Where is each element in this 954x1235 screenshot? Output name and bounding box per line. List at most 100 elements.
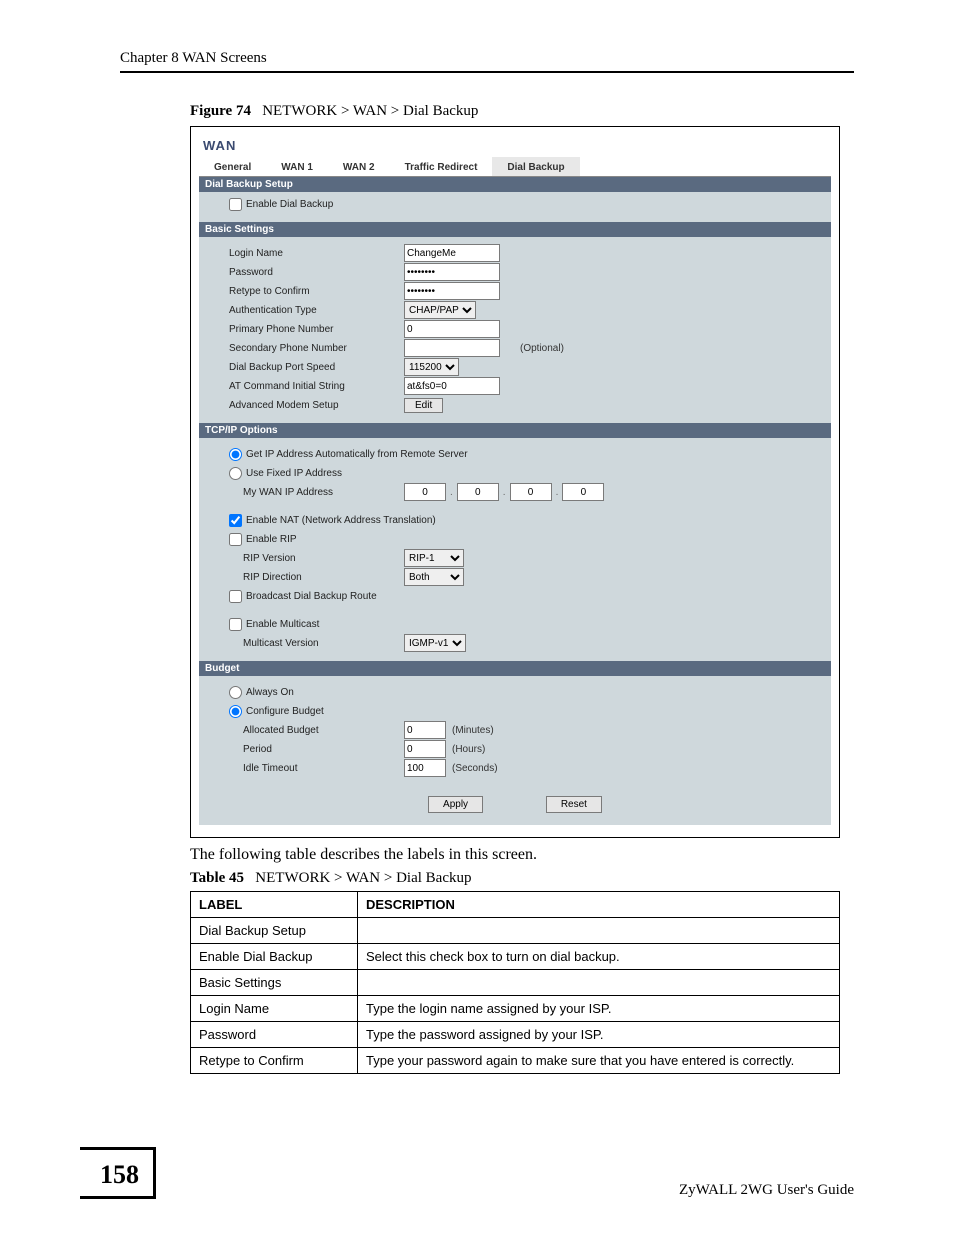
- configure-budget-label: Configure Budget: [246, 706, 324, 717]
- th-label: LABEL: [191, 892, 358, 918]
- apply-button[interactable]: Apply: [428, 796, 483, 813]
- guide-name: ZyWALL 2WG User's Guide: [679, 1182, 854, 1199]
- login-name-input[interactable]: [404, 244, 500, 262]
- table-row: Dial Backup Setup: [191, 918, 840, 944]
- configure-budget-option[interactable]: Configure Budget: [229, 705, 324, 718]
- ip-auto-option[interactable]: Get IP Address Automatically from Remote…: [229, 448, 468, 461]
- rip-direction-label: RIP Direction: [229, 572, 404, 583]
- description-table: LABEL DESCRIPTION Dial Backup Setup Enab…: [190, 891, 840, 1074]
- table-caption: Table 45 NETWORK > WAN > Dial Backup: [190, 870, 854, 887]
- secondary-phone-input[interactable]: [404, 339, 500, 357]
- table-row: Retype to ConfirmType your password agai…: [191, 1048, 840, 1074]
- page-number: 158: [80, 1147, 156, 1199]
- table-number: Table 45: [190, 870, 244, 886]
- chapter-header: Chapter 8 WAN Screens: [120, 50, 854, 67]
- ip-fixed-label: Use Fixed IP Address: [246, 468, 342, 479]
- table-path: NETWORK > WAN > Dial Backup: [255, 870, 471, 886]
- broadcast-route-option[interactable]: Broadcast Dial Backup Route: [229, 590, 377, 603]
- login-name-label: Login Name: [229, 248, 404, 259]
- tab-dial-backup[interactable]: Dial Backup: [492, 157, 579, 176]
- retype-label: Retype to Confirm: [229, 286, 404, 297]
- multicast-version-label: Multicast Version: [229, 638, 404, 649]
- section-basic-settings: Basic Settings: [199, 222, 831, 237]
- port-speed-label: Dial Backup Port Speed: [229, 362, 404, 373]
- enable-multicast-option[interactable]: Enable Multicast: [229, 618, 319, 631]
- section-tcpip: TCP/IP Options: [199, 423, 831, 438]
- enable-nat-label: Enable NAT (Network Address Translation): [246, 515, 436, 526]
- page-title: WAN: [203, 138, 831, 153]
- ip-oct3[interactable]: [510, 483, 552, 501]
- post-screenshot-text: The following table describes the labels…: [190, 846, 854, 864]
- allocated-budget-label: Allocated Budget: [229, 725, 404, 736]
- ip-oct4[interactable]: [562, 483, 604, 501]
- broadcast-route-checkbox[interactable]: [229, 590, 242, 603]
- secondary-phone-label: Secondary Phone Number: [229, 343, 404, 354]
- enable-rip-option[interactable]: Enable RIP: [229, 533, 297, 546]
- at-command-label: AT Command Initial String: [229, 381, 404, 392]
- always-on-label: Always On: [246, 687, 294, 698]
- enable-multicast-label: Enable Multicast: [246, 619, 319, 630]
- figure-number: Figure 74: [190, 103, 251, 119]
- table-row: Basic Settings: [191, 970, 840, 996]
- figure-path: NETWORK > WAN > Dial Backup: [262, 103, 478, 119]
- tab-bar: General WAN 1 WAN 2 Traffic Redirect Dia…: [199, 157, 831, 177]
- tab-traffic-redirect[interactable]: Traffic Redirect: [390, 157, 493, 176]
- rip-version-label: RIP Version: [229, 553, 404, 564]
- enable-dial-backup-label: Enable Dial Backup: [246, 199, 333, 210]
- primary-phone-input[interactable]: [404, 320, 500, 338]
- screenshot-frame: WAN General WAN 1 WAN 2 Traffic Redirect…: [190, 126, 840, 838]
- enable-dial-backup-checkbox[interactable]: [229, 198, 242, 211]
- edit-button[interactable]: Edit: [404, 398, 443, 413]
- ip-auto-radio[interactable]: [229, 448, 242, 461]
- rip-version-select[interactable]: RIP-1: [404, 549, 464, 567]
- reset-button[interactable]: Reset: [546, 796, 602, 813]
- idle-timeout-input[interactable]: [404, 759, 446, 777]
- enable-nat-option[interactable]: Enable NAT (Network Address Translation): [229, 514, 436, 527]
- multicast-version-select[interactable]: IGMP-v1: [404, 634, 466, 652]
- figure-caption: Figure 74 NETWORK > WAN > Dial Backup: [190, 103, 854, 120]
- th-description: DESCRIPTION: [358, 892, 840, 918]
- tab-general[interactable]: General: [199, 157, 266, 176]
- primary-phone-label: Primary Phone Number: [229, 324, 404, 335]
- table-row: Login NameType the login name assigned b…: [191, 996, 840, 1022]
- table-row: PasswordType the password assigned by yo…: [191, 1022, 840, 1048]
- period-label: Period: [229, 744, 404, 755]
- period-input[interactable]: [404, 740, 446, 758]
- configure-budget-radio[interactable]: [229, 705, 242, 718]
- auth-type-select[interactable]: CHAP/PAP: [404, 301, 476, 319]
- idle-timeout-unit: (Seconds): [452, 763, 498, 774]
- auth-type-label: Authentication Type: [229, 305, 404, 316]
- always-on-radio[interactable]: [229, 686, 242, 699]
- enable-multicast-checkbox[interactable]: [229, 618, 242, 631]
- enable-dial-backup-option[interactable]: Enable Dial Backup: [229, 198, 333, 211]
- my-wan-ip-label: My WAN IP Address: [229, 487, 404, 498]
- idle-timeout-label: Idle Timeout: [229, 763, 404, 774]
- rip-direction-select[interactable]: Both: [404, 568, 464, 586]
- ip-oct1[interactable]: [404, 483, 446, 501]
- advanced-modem-label: Advanced Modem Setup: [229, 400, 404, 411]
- always-on-option[interactable]: Always On: [229, 686, 294, 699]
- table-row: Enable Dial BackupSelect this check box …: [191, 944, 840, 970]
- enable-rip-label: Enable RIP: [246, 534, 297, 545]
- ip-auto-label: Get IP Address Automatically from Remote…: [246, 449, 468, 460]
- password-label: Password: [229, 267, 404, 278]
- period-unit: (Hours): [452, 744, 485, 755]
- password-input[interactable]: [404, 263, 500, 281]
- config-panel: Dial Backup Setup Enable Dial Backup Bas…: [199, 177, 831, 825]
- tab-wan2[interactable]: WAN 2: [328, 157, 390, 176]
- retype-input[interactable]: [404, 282, 500, 300]
- section-budget: Budget: [199, 661, 831, 676]
- enable-rip-checkbox[interactable]: [229, 533, 242, 546]
- allocated-budget-input[interactable]: [404, 721, 446, 739]
- at-command-input[interactable]: [404, 377, 500, 395]
- section-dial-backup-setup: Dial Backup Setup: [199, 177, 831, 192]
- ip-oct2[interactable]: [457, 483, 499, 501]
- port-speed-select[interactable]: 115200: [404, 358, 459, 376]
- ip-fixed-option[interactable]: Use Fixed IP Address: [229, 467, 342, 480]
- optional-label: (Optional): [520, 343, 564, 354]
- tab-wan1[interactable]: WAN 1: [266, 157, 328, 176]
- ip-fixed-radio[interactable]: [229, 467, 242, 480]
- broadcast-route-label: Broadcast Dial Backup Route: [246, 591, 377, 602]
- enable-nat-checkbox[interactable]: [229, 514, 242, 527]
- allocated-budget-unit: (Minutes): [452, 725, 494, 736]
